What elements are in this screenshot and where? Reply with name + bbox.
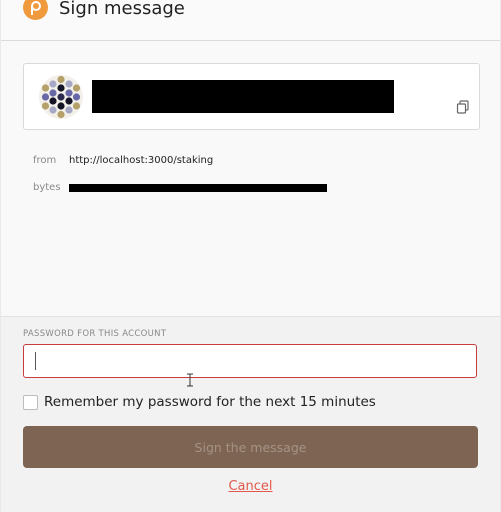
bytes-label: bytes bbox=[33, 182, 61, 193]
sign-message-window: Sign message from http://localhost:3000/… bbox=[1, 0, 500, 512]
sign-message-button[interactable]: Sign the message bbox=[23, 426, 478, 468]
redacted-account-name bbox=[92, 80, 394, 113]
password-footer: PASSWORD FOR THIS ACCOUNT Remember my pa… bbox=[1, 316, 500, 512]
account-card bbox=[23, 63, 480, 130]
text-caret bbox=[35, 352, 36, 370]
password-input[interactable] bbox=[23, 344, 477, 378]
from-label: from bbox=[33, 155, 57, 166]
copy-icon[interactable] bbox=[456, 100, 470, 114]
password-label: PASSWORD FOR THIS ACCOUNT bbox=[23, 329, 167, 339]
remember-checkbox[interactable] bbox=[23, 394, 38, 410]
remember-password-label: Remember my password for the next 15 min… bbox=[44, 394, 376, 410]
from-value: http://localhost:3000/staking bbox=[69, 155, 214, 166]
remember-password-row[interactable]: Remember my password for the next 15 min… bbox=[23, 394, 376, 410]
account-identicon bbox=[39, 75, 83, 119]
header: Sign message bbox=[1, 0, 500, 41]
page-title: Sign message bbox=[59, 0, 185, 19]
polkadot-logo-icon bbox=[23, 0, 48, 20]
redacted-bytes-value bbox=[69, 184, 327, 192]
cancel-link[interactable]: Cancel bbox=[1, 479, 500, 494]
